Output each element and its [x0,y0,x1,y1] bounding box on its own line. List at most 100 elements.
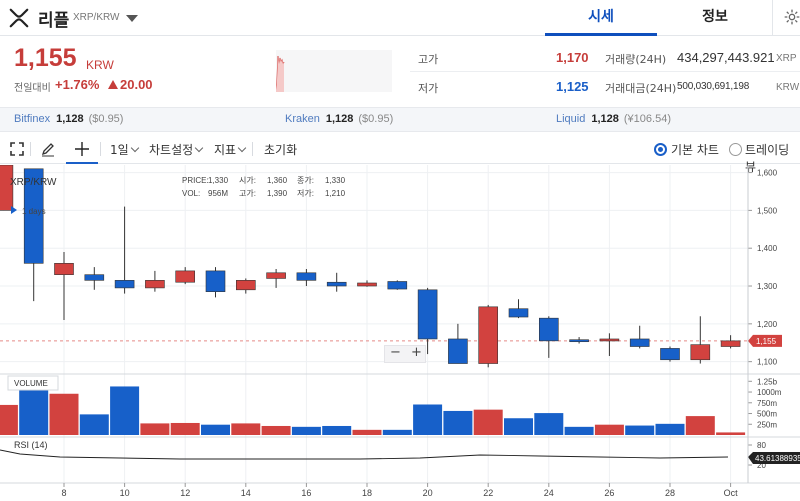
basic-chart-radio[interactable] [654,143,667,156]
chevron-down-icon [130,143,139,153]
candle-body [569,339,589,343]
tab-quote[interactable]: 시세 [545,0,657,36]
change-amount: 20.00 [120,77,153,92]
tab-info[interactable]: 정보 [660,0,770,36]
low-price: 1,125 [556,79,589,94]
candle-body [448,338,468,364]
toolbar-divider [100,142,101,156]
rsi-line [0,449,729,460]
x-tick-label: 14 [241,488,251,498]
exchange-kraken[interactable]: Kraken 1,128 ($0.95) [285,113,393,125]
volume-bar [201,424,230,435]
volume-bar [382,429,412,435]
pencil-icon[interactable] [40,141,56,157]
tradingview-radio[interactable] [729,143,742,156]
interval-label: 1일 [110,143,129,157]
candle-body [326,281,347,287]
play-arrow-icon [11,206,17,214]
volume-bar [655,423,685,435]
volume-tick-label: 1.25b [757,377,778,386]
rsi-label: RSI (14) [14,440,48,450]
change-rate: +1.76% [55,77,100,92]
volume-bar [564,426,594,435]
indicators-menu[interactable]: 지표 [214,141,247,158]
chevron-down-icon [194,143,204,153]
volume-bar [140,423,170,435]
indicators-label: 지표 [214,143,237,157]
price-chart[interactable]: 1,600 1,500 1,400 1,300 1,200 1,100 1.25b 1000m… [0,163,800,501]
volume-24h-value: 434,297,443.921 [677,50,775,65]
chart-settings-menu[interactable]: 차트설정 [149,141,204,158]
candle-body [508,308,529,318]
candles-layer [0,163,741,368]
exchange-bitfinex[interactable]: Bitfinex 1,128 ($0.95) [14,113,123,125]
exchange-price: 1,128 [56,113,84,125]
ohlc-low-label: 저가: [297,189,314,198]
rsi-value-label: 43.61388935 [755,454,800,463]
coin-select-chevron-down-icon[interactable] [126,15,138,22]
zoom-in-button[interactable]: + [411,345,422,360]
candle-body [690,344,711,361]
toolbar-divider [252,142,253,156]
volume-bar [261,425,291,435]
candlestick-chart-svg: 1,600 1,500 1,400 1,300 1,200 1,100 1.25b 1000m… [0,163,800,498]
ohlc-high-label: 고가: [239,189,256,198]
volume-bar [625,425,655,435]
ohlc-open: 1,360 [267,176,288,185]
ohlc-price: 1,330 [208,176,229,185]
chart-grid [0,165,800,484]
interval-tag: 1 days [22,207,46,216]
rsi-tick-label: 80 [757,441,766,450]
price-tick-label: 1,100 [757,358,778,367]
chart-title: XRP/KRW [10,177,57,188]
header-divider [772,0,773,36]
x-tick-label: 28 [665,488,675,498]
candle-body [720,340,741,347]
candle-body [236,280,256,291]
volume-bar [49,393,79,435]
candle-body [538,317,559,342]
high-label: 고가 [418,53,439,66]
amount-24h-label: 거래대금(24H) [605,82,677,95]
reset-button[interactable]: 초기화 [264,141,297,158]
volume-bar [110,386,140,435]
amount-24h-unit: KRW [776,82,800,93]
volume-bar [534,413,564,435]
x-tick-label: 10 [120,488,130,498]
volume-tick-label: 1000m [757,388,782,397]
volume-24h-unit: XRP [776,53,797,64]
candle-body [205,270,226,292]
candle-body [114,280,135,289]
x-tick-label: Oct [724,488,739,498]
fullscreen-icon[interactable] [9,141,25,157]
crosshair-tool[interactable] [66,134,98,164]
candle-body [357,282,377,287]
volume-tick-label: 750m [757,399,777,408]
ohlc-legend: PRICE: 1,330 시가: 1,360 종가: 1,330 VOL: 95… [182,176,346,198]
exchange-diff: ($0.95) [88,113,124,125]
exchange-liquid[interactable]: Liquid 1,128 (¥106.54) [556,113,671,125]
ohlc-high: 1,390 [267,189,288,198]
interval-select[interactable]: 1일 [110,141,139,158]
ohlc-close-label: 종가: [297,176,314,185]
volume-tick-label: 500m [757,410,777,419]
basic-chart-label[interactable]: 기본 차트 [671,141,719,158]
app-header: 리플 XRP/KRW 시세 정보 [0,0,800,36]
volume-bar [716,432,746,435]
chevron-down-icon [237,143,247,153]
gear-icon[interactable] [784,9,800,25]
volume-tick-label: 250m [757,420,777,429]
price-unit: KRW [86,58,114,72]
zoom-out-button[interactable]: − [390,345,401,360]
amount-24h-value: 500,030,691,198 [677,81,750,92]
volume-bar [685,416,715,435]
price-tick-label: 1,200 [757,320,778,329]
exchange-prices-row: Bitfinex 1,128 ($0.95) Kraken 1,128 ($0.95) … [0,107,800,132]
volume-bar [594,424,624,435]
coin-name: 리플 [38,11,70,31]
ohlc-close: 1,330 [325,176,346,185]
chart-toolbar: 1일 차트설정 지표 초기화 기본 차트 트레이딩뷰 [0,134,800,174]
volume-bar [352,429,382,435]
volume-24h-label: 거래량(24H) [605,53,667,66]
exchange-diff: ($0.95) [358,113,394,125]
